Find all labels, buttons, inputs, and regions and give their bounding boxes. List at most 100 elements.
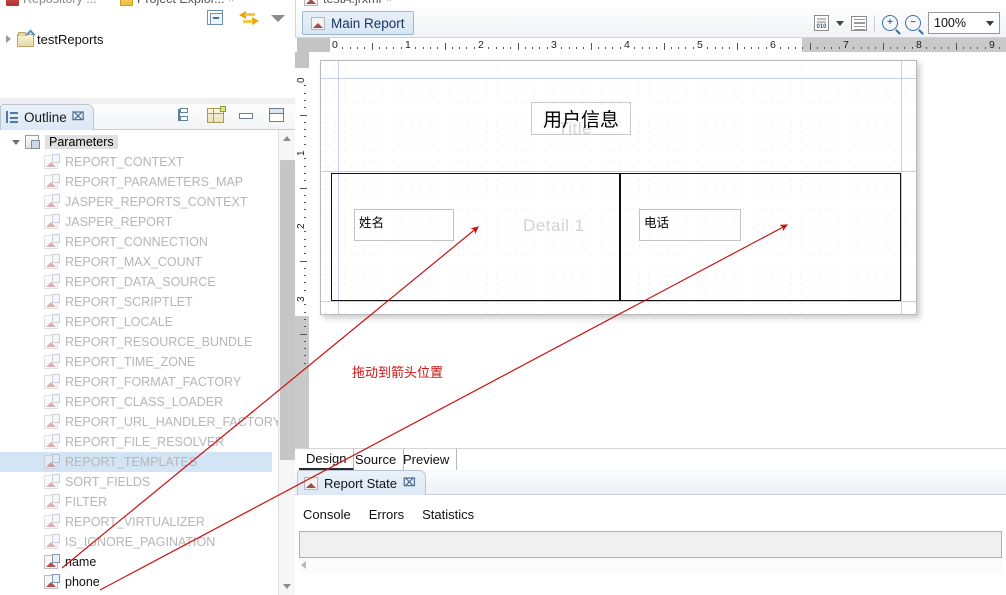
ruler-tick: [304, 318, 306, 320]
band-list-icon[interactable]: [851, 15, 867, 31]
scroll-up-arrow-icon[interactable]: [279, 130, 296, 147]
tree-item-parameter[interactable]: JASPER_REPORT: [0, 212, 272, 232]
expand-arrow-icon[interactable]: [6, 35, 11, 43]
close-icon[interactable]: ⌧: [403, 477, 416, 489]
maximize-button[interactable]: [269, 108, 289, 128]
console-horizontal-scrollbar[interactable]: [299, 558, 1002, 573]
jasper-report-icon: [304, 476, 318, 490]
tree-item-parameter[interactable]: phone: [0, 572, 272, 592]
title-text-element[interactable]: 用户信息: [531, 102, 631, 135]
ruler-tick-label: 2: [296, 223, 307, 229]
chevron-down-icon[interactable]: [836, 20, 844, 26]
tree-item-parameter[interactable]: REPORT_CONNECTION: [0, 232, 272, 252]
report-data-icon[interactable]: 010: [814, 15, 829, 31]
scrollbar-thumb[interactable]: [280, 160, 295, 460]
phone-text-element[interactable]: 电话: [639, 209, 741, 241]
tree-item-parameter[interactable]: name: [0, 552, 272, 572]
tree-item-parameter[interactable]: REPORT_DATA_SOURCE: [0, 272, 272, 292]
parameter-icon: [44, 534, 60, 549]
ruler-tick: [473, 47, 475, 49]
scroll-left-arrow-icon[interactable]: [301, 561, 306, 569]
parameter-icon: [44, 414, 60, 429]
tree-item-parameter[interactable]: REPORT_VIRTUALIZER: [0, 512, 272, 532]
ruler-tick: [378, 47, 380, 49]
ruler-tick: [955, 43, 957, 50]
view-menu-icon: [271, 15, 285, 22]
tree-item-parameter[interactable]: REPORT_CONTEXT: [0, 152, 272, 172]
subtab-console[interactable]: Console: [303, 507, 351, 522]
detail-band-splitter[interactable]: [619, 173, 621, 301]
subtab-errors[interactable]: Errors: [369, 507, 404, 522]
tree-item-parameter[interactable]: REPORT_MAX_COUNT: [0, 252, 272, 272]
tree-item-parameter[interactable]: REPORT_LOCALE: [0, 312, 272, 332]
tab-report-state[interactable]: Report State ⌧: [297, 470, 426, 495]
parameter-icon: [44, 454, 60, 469]
project-explorer-icon: [120, 0, 133, 6]
ruler-tick: [371, 43, 373, 50]
zoom-out-icon[interactable]: −: [905, 15, 921, 31]
tree-item-parameter[interactable]: REPORT_CLASS_LOADER: [0, 392, 272, 412]
tab-repository[interactable]: Repository ...: [6, 0, 97, 8]
view-menu-button[interactable]: [271, 10, 291, 30]
minimize-button[interactable]: [238, 108, 258, 128]
ruler-tick: [692, 47, 694, 49]
parameter-icon: [44, 274, 60, 289]
tree-item-parameters[interactable]: Parameters: [0, 132, 272, 152]
ruler-tick: [889, 47, 891, 49]
tree-item-parameter[interactable]: REPORT_TEMPLATES: [0, 452, 272, 472]
outline-tree-body[interactable]: Parameters REPORT_CONTEXT REPORT_PARAMETE…: [0, 130, 295, 595]
tab-outline-label: Outline: [24, 110, 67, 125]
tree-item-testreports[interactable]: testReports: [0, 28, 295, 50]
tree-item-parameter[interactable]: REPORT_SCRIPTLET: [0, 292, 272, 312]
ruler-tick: [685, 47, 687, 49]
ruler-tick: [304, 129, 306, 131]
ruler-tick: [386, 47, 388, 49]
outline-scrollbar[interactable]: [278, 130, 295, 595]
ruler-tick: [304, 107, 306, 109]
console-output[interactable]: [299, 531, 1002, 558]
tab-design[interactable]: Design: [299, 449, 355, 470]
tab-main-report[interactable]: Main Report: [302, 11, 414, 35]
close-icon[interactable]: ☓: [229, 0, 234, 5]
tree-item-parameter[interactable]: FILTER: [0, 492, 272, 512]
tree-item-parameter[interactable]: REPORT_FILE_RESOLVER: [0, 432, 272, 452]
tree-item-parameter[interactable]: IS_IGNORE_PAGINATION: [0, 532, 272, 552]
tab-testa-jrxml[interactable]: testA.jrxml ☓: [304, 0, 392, 8]
tree-item-parameter[interactable]: SORT_FIELDS: [0, 472, 272, 492]
zoom-level-combobox[interactable]: 100%: [928, 12, 1000, 34]
close-icon[interactable]: ☓: [386, 0, 391, 5]
tree-item-parameter[interactable]: REPORT_FORMAT_FACTORY: [0, 372, 272, 392]
tree-item-parameter[interactable]: REPORT_URL_HANDLER_FACTORY: [0, 412, 281, 432]
name-text-element[interactable]: 姓名: [354, 209, 454, 241]
scroll-down-arrow-icon[interactable]: [279, 578, 296, 595]
close-icon[interactable]: ⌧: [72, 112, 85, 123]
tab-outline[interactable]: Outline ⌧: [0, 104, 95, 130]
collapse-all-button[interactable]: [207, 10, 227, 30]
ruler-tick: [304, 348, 306, 350]
ruler-tick: [364, 47, 366, 49]
chevron-down-icon[interactable]: [12, 139, 20, 145]
ruler-tick: [300, 333, 307, 335]
ruler-margin-left: [297, 38, 330, 52]
tab-preview[interactable]: Preview: [396, 449, 458, 470]
tree-item-parameter[interactable]: REPORT_PARAMETERS_MAP: [0, 172, 272, 192]
ruler-tick: [838, 47, 840, 49]
report-page[interactable]: Title 用户信息 Detail 1 姓名 电话: [320, 60, 917, 315]
zoom-in-icon[interactable]: +: [882, 15, 898, 31]
design-canvas[interactable]: Title 用户信息 Detail 1 姓名 电话: [309, 52, 1006, 448]
ruler-tick: [780, 47, 782, 49]
table-layout-button[interactable]: [207, 106, 227, 128]
ruler-tick: [400, 47, 402, 49]
subtab-statistics[interactable]: Statistics: [422, 507, 474, 522]
parameter-icon: [44, 254, 60, 269]
chevron-down-icon[interactable]: [986, 20, 994, 26]
tab-project-explorer[interactable]: Project Explor... ☓: [120, 0, 234, 8]
ruler-tick: [707, 47, 709, 49]
tree-item-parameter[interactable]: JASPER_REPORTS_CONTEXT: [0, 192, 272, 212]
tree-layout-icon: [176, 108, 192, 123]
tree-item-parameter[interactable]: REPORT_RESOURCE_BUNDLE: [0, 332, 272, 352]
link-with-editor-button[interactable]: [239, 10, 259, 30]
tree-item-parameter[interactable]: REPORT_TIME_ZONE: [0, 352, 272, 372]
parameter-icon: [44, 194, 60, 209]
tree-layout-button[interactable]: [176, 108, 196, 128]
